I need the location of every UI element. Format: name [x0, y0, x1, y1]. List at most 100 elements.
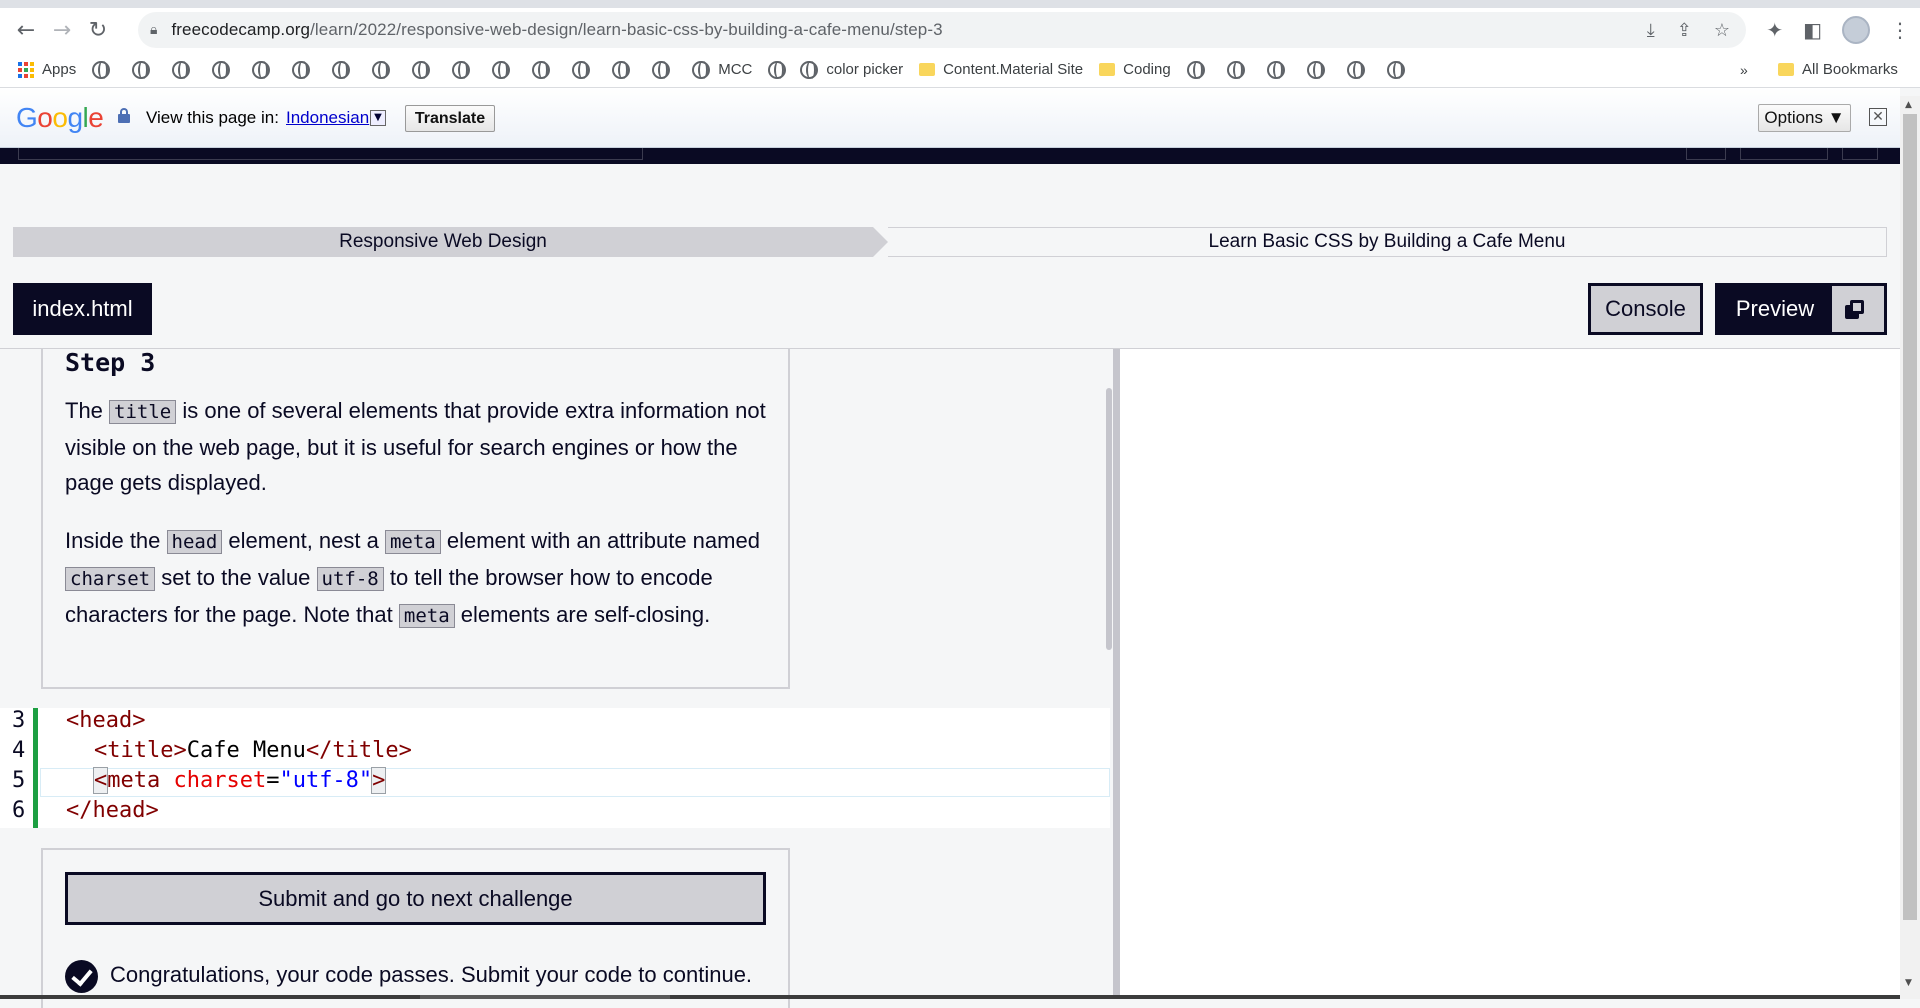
install-icon[interactable]: ⤓: [1647, 20, 1655, 41]
browser-toolbar: ← → ↻ 🔒︎ freecodecamp.org/learn/2022/res…: [0, 8, 1920, 52]
line-number: 5: [12, 768, 26, 793]
lock-icon: 🔒︎: [150, 22, 158, 38]
globe-icon[interactable]: [612, 60, 631, 79]
page-scrollbar[interactable]: ▲ ▼: [1900, 96, 1920, 999]
bookmarks-overflow[interactable]: »: [1740, 62, 1748, 78]
preview-button[interactable]: Preview: [1715, 283, 1887, 335]
code-token: <head>: [66, 708, 146, 733]
bottom-strip: [0, 995, 1900, 999]
scroll-down-icon[interactable]: ▼: [1905, 978, 1912, 988]
console-button[interactable]: Console: [1588, 283, 1703, 335]
instructions-paragraph-1: The title is one of several elements tha…: [65, 393, 777, 500]
translate-language-link[interactable]: Indonesian: [286, 108, 369, 128]
translate-options-button[interactable]: Options ▼: [1758, 104, 1851, 132]
globe-icon[interactable]: [572, 60, 591, 79]
apps-grid-icon: [18, 61, 34, 78]
code-token: </title>: [305, 738, 412, 763]
code-line-4[interactable]: <title>Cafe Menu</title>: [94, 738, 412, 763]
toolbar-right: ✦ ◧ ⋮: [1766, 8, 1910, 52]
tab-index-html[interactable]: index.html: [13, 283, 152, 335]
url-host: freecodecamp.org: [171, 20, 311, 39]
bookmark-content-material[interactable]: Content.Material Site: [919, 61, 1083, 78]
globe-icon[interactable]: [252, 60, 271, 79]
folder-icon: [1778, 63, 1794, 76]
pane-splitter[interactable]: [1113, 349, 1120, 999]
globe-icon[interactable]: [1346, 60, 1365, 79]
forward-icon[interactable]: →: [44, 12, 80, 48]
bookmark-label: Content.Material Site: [943, 61, 1084, 78]
globe-icon[interactable]: [532, 60, 551, 79]
globe-icon[interactable]: [652, 60, 671, 79]
bookmark-label: MCC: [718, 61, 753, 78]
scroll-up-icon[interactable]: ▲: [1905, 100, 1912, 110]
address-bar[interactable]: 🔒︎ freecodecamp.org/learn/2022/responsiv…: [138, 12, 1746, 48]
code-line-5[interactable]: <meta charset="utf-8">: [92, 767, 387, 794]
nav-avatar[interactable]: [1842, 148, 1878, 160]
code-line-6[interactable]: </head>: [66, 798, 159, 823]
breadcrumb-block[interactable]: Learn Basic CSS by Building a Cafe Menu: [888, 227, 1887, 257]
globe-icon[interactable]: [1266, 60, 1285, 79]
code-token: "utf-8": [279, 768, 373, 793]
nav-signin-button[interactable]: [1740, 148, 1828, 160]
breadcrumb: Responsive Web Design Learn Basic CSS by…: [13, 227, 1887, 257]
bookmark-color-picker[interactable]: color picker: [800, 60, 903, 79]
globe-icon[interactable]: [412, 60, 431, 79]
bookmark-all-bookmarks[interactable]: All Bookmarks: [1778, 61, 1898, 78]
globe-icon[interactable]: [92, 60, 111, 79]
editor-scroll-thumb[interactable]: [1106, 388, 1112, 650]
code-token: <: [92, 767, 109, 794]
globe-icon[interactable]: [492, 60, 511, 79]
breadcrumb-arrow: [873, 227, 888, 257]
globe-icon[interactable]: [1306, 60, 1325, 79]
editable-region-marker: [33, 708, 38, 828]
text: Inside the: [65, 528, 161, 553]
inline-code: title: [109, 400, 177, 424]
breadcrumb-superblock[interactable]: Responsive Web Design: [13, 227, 873, 257]
code-token: </head>: [66, 798, 159, 823]
reload-icon[interactable]: ↻: [80, 12, 116, 48]
globe-icon[interactable]: [1226, 60, 1245, 79]
extensions-icon[interactable]: ✦: [1766, 18, 1783, 42]
omnibox-actions: ⤓ ⇪ ☆: [1647, 12, 1730, 48]
share-icon[interactable]: ⇪: [1677, 20, 1692, 41]
bookmark-label: Apps: [42, 61, 77, 78]
bookmark-star-icon[interactable]: ☆: [1714, 20, 1730, 41]
profile-avatar[interactable]: [1842, 16, 1870, 44]
globe-icon[interactable]: [212, 60, 231, 79]
translate-bar: Google: [0, 88, 1900, 148]
globe-icon[interactable]: [292, 60, 311, 79]
bookmark-coding[interactable]: Coding: [1099, 61, 1171, 78]
globe-icon[interactable]: [372, 60, 391, 79]
bookmark-mcc[interactable]: MCC: [718, 61, 752, 78]
globe-icon[interactable]: [768, 60, 787, 79]
page-scroll-thumb[interactable]: [1903, 114, 1917, 920]
translate-button[interactable]: Translate: [405, 105, 495, 132]
popout-icon[interactable]: [1832, 286, 1884, 332]
side-panel-icon[interactable]: ◧: [1803, 18, 1822, 42]
nav-search-box[interactable]: [18, 148, 643, 160]
bottom-strip-segment: [420, 995, 670, 999]
inline-code: charset: [65, 567, 156, 591]
preview-pane: [1120, 349, 1900, 999]
pass-message: Congratulations, your code passes. Submi…: [110, 962, 753, 987]
globe-icon[interactable]: [692, 60, 711, 79]
url-path: /learn/2022/responsive-web-design/learn-…: [310, 20, 943, 39]
nav-menu-button[interactable]: [1686, 148, 1726, 160]
inline-code: head: [166, 530, 223, 554]
text: element with an attribute named: [446, 528, 760, 553]
menu-kebab-icon[interactable]: ⋮: [1890, 18, 1910, 42]
step-title: Step 3: [65, 348, 156, 377]
bookmark-apps[interactable]: Apps: [18, 61, 76, 78]
globe-icon[interactable]: [132, 60, 151, 79]
submit-button[interactable]: Submit and go to next challenge: [65, 872, 766, 925]
globe-icon[interactable]: [1386, 60, 1405, 79]
language-dropdown-icon[interactable]: ▼: [370, 110, 386, 126]
code-line-3[interactable]: <head>: [66, 708, 145, 733]
globe-icon[interactable]: [172, 60, 191, 79]
close-icon[interactable]: ✕: [1869, 108, 1887, 126]
globe-icon[interactable]: [452, 60, 471, 79]
text: element, nest a: [228, 528, 379, 553]
globe-icon[interactable]: [1186, 60, 1205, 79]
back-icon[interactable]: ←: [8, 12, 44, 48]
globe-icon[interactable]: [332, 60, 351, 79]
